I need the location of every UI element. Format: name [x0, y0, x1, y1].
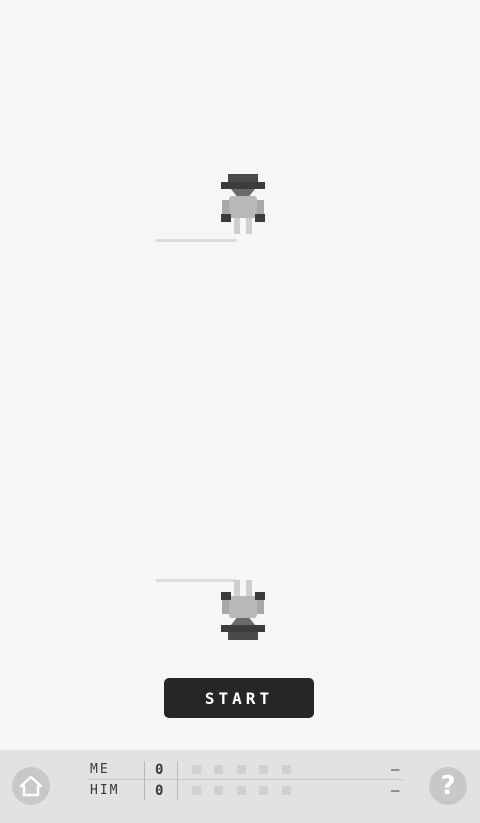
scoreboard-bar: ME 0 – HIM 0 – ? [0, 750, 480, 823]
round-pip [237, 786, 246, 795]
score-row-him: HIM 0 – [0, 782, 480, 800]
round-pip [192, 765, 201, 774]
round-pip [259, 765, 268, 774]
scoreboard-divider [88, 779, 403, 780]
round-pip [214, 765, 223, 774]
playfield: START [0, 0, 480, 750]
cowboy-icon [221, 580, 265, 640]
opponent-track [156, 239, 236, 242]
cowboy-icon [221, 174, 265, 234]
opponent-cowboy [218, 174, 268, 234]
result-me: – [391, 762, 400, 778]
help-button[interactable]: ? [429, 767, 467, 805]
player-label-me: ME [90, 762, 110, 777]
round-pip [282, 765, 291, 774]
round-pip [237, 765, 246, 774]
round-pip [192, 786, 201, 795]
player-cowboy [218, 580, 268, 640]
round-pip [282, 786, 291, 795]
round-pip [214, 786, 223, 795]
result-him: – [391, 783, 400, 799]
score-me: 0 [155, 762, 164, 778]
start-button[interactable]: START [164, 678, 314, 718]
round-pip [259, 786, 268, 795]
score-him: 0 [155, 783, 164, 799]
question-mark-icon: ? [440, 771, 456, 801]
score-row-me: ME 0 – [0, 761, 480, 779]
player-label-him: HIM [90, 783, 120, 798]
